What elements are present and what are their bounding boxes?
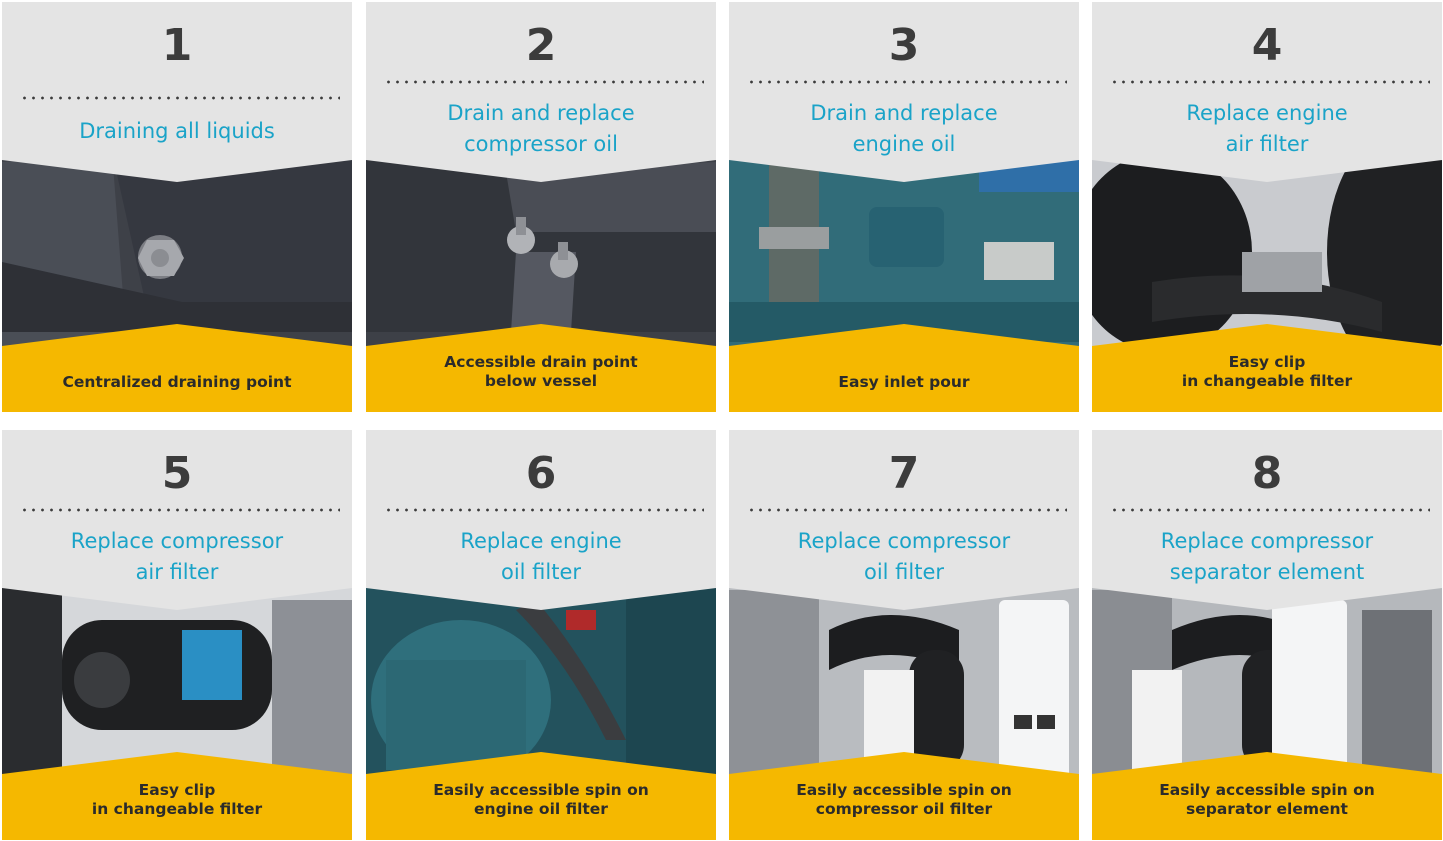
dotted-divider (747, 508, 1067, 512)
step-title: Replace compressor air filter (70, 529, 284, 584)
dotted-divider (1110, 80, 1430, 84)
step-number: 1 (161, 20, 193, 71)
step-footer: Easily accessible spin on separator elem… (1092, 752, 1442, 840)
step-number: 7 (888, 448, 920, 499)
dotted-divider (384, 80, 704, 84)
step-footer: Easy inlet pour (729, 324, 1079, 412)
step-card-7: 7 Replace compressor oil filter Easily a… (729, 430, 1079, 840)
dotted-divider (384, 508, 704, 512)
step-card-3: 3 Drain and replace engine oil Easy inle… (729, 2, 1079, 412)
step-footer: Easily accessible spin on engine oil fil… (366, 752, 716, 840)
step-number: 3 (888, 20, 920, 71)
step-card-6: 6 Replace engine oil filter Easily acces… (366, 430, 716, 840)
step-caption: Easy inlet pour (838, 372, 970, 391)
dotted-divider (20, 96, 340, 100)
step-number: 2 (525, 20, 557, 71)
step-caption: Easy clip in changeable filter (91, 781, 263, 818)
step-title: Drain and replace engine oil (810, 101, 998, 156)
step-footer: Easy clip in changeable filter (2, 752, 352, 840)
dotted-divider (1110, 508, 1430, 512)
step-footer: Easily accessible spin on compressor oil… (729, 752, 1079, 840)
step-card-1: 1 Draining all liquids Centralized drain… (2, 2, 352, 412)
step-caption: Accessible drain point below vessel (444, 353, 638, 390)
step-title: Drain and replace compressor oil (447, 101, 635, 156)
step-number: 5 (161, 448, 193, 499)
step-caption: Easily accessible spin on compressor oil… (796, 781, 1012, 818)
dotted-divider (20, 508, 340, 512)
step-title: Replace compressor separator element (1160, 529, 1374, 584)
step-footer: Centralized draining point (2, 324, 352, 412)
step-number: 4 (1251, 20, 1283, 71)
dotted-divider (747, 80, 1067, 84)
step-footer: Accessible drain point below vessel (366, 324, 716, 412)
step-title: Draining all liquids (79, 119, 275, 143)
step-card-2: 2 Drain and replace compressor oil Acces… (366, 2, 716, 412)
step-caption: Easily accessible spin on separator elem… (1159, 781, 1375, 818)
step-card-4: 4 Replace engine air filter Easy clip in… (1092, 2, 1442, 412)
step-number: 8 (1251, 448, 1283, 499)
step-title: Replace compressor oil filter (797, 529, 1011, 584)
step-caption: Easy clip in changeable filter (1181, 353, 1353, 390)
step-title: Replace engine air filter (1186, 101, 1348, 156)
step-title: Replace engine oil filter (460, 529, 622, 584)
step-number: 6 (525, 448, 557, 499)
step-card-5: 5 Replace compressor air filter Easy cli… (2, 430, 352, 840)
step-footer: Easy clip in changeable filter (1092, 324, 1442, 412)
step-caption: Easily accessible spin on engine oil fil… (433, 781, 649, 818)
step-card-8: 8 Replace compressor separator element E… (1092, 430, 1442, 840)
step-caption: Centralized draining point (62, 372, 292, 391)
